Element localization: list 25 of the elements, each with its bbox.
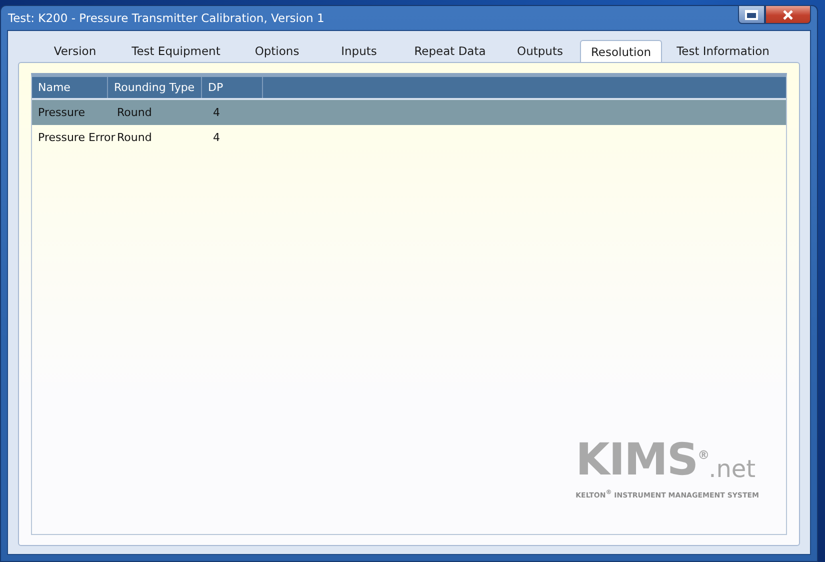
table-row[interactable]: Pressure Round 4: [32, 100, 786, 125]
tab[interactable]: Version: [34, 39, 116, 62]
table-cell-text: 4: [212, 131, 221, 144]
tab[interactable]: Repeat Data: [400, 39, 500, 62]
tab[interactable]: Inputs: [318, 39, 400, 62]
table-cell-text: Round: [116, 131, 153, 144]
logo-text: KIMS$^{®}$: [576, 435, 709, 481]
maximize-button[interactable]: [738, 5, 765, 24]
table-cell-text: Pressure: [37, 106, 86, 119]
table-row[interactable]: Pressure Error Round 4: [32, 125, 786, 150]
tab[interactable]: Test Equipment: [116, 39, 236, 62]
tab[interactable]: Test Information: [662, 39, 784, 62]
table-cell-text: 4: [212, 106, 221, 119]
close-icon: [782, 10, 794, 20]
column-header[interactable]: DP: [202, 77, 263, 98]
tab[interactable]: Outputs: [500, 39, 580, 62]
column-header[interactable]: Rounding Type: [108, 77, 202, 98]
table-cell-text: Pressure Error: [37, 131, 116, 144]
window-title: Test: K200 - Pressure Transmitter Calibration, Version 1: [7, 11, 324, 25]
table-cell-text: Round: [116, 106, 153, 119]
logo-suffix: .net: [708, 456, 756, 481]
column-header[interactable]: Name: [32, 77, 108, 98]
tab[interactable]: Options: [236, 39, 318, 62]
close-button[interactable]: [765, 5, 811, 24]
tab[interactable]: Resolution: [580, 40, 662, 63]
